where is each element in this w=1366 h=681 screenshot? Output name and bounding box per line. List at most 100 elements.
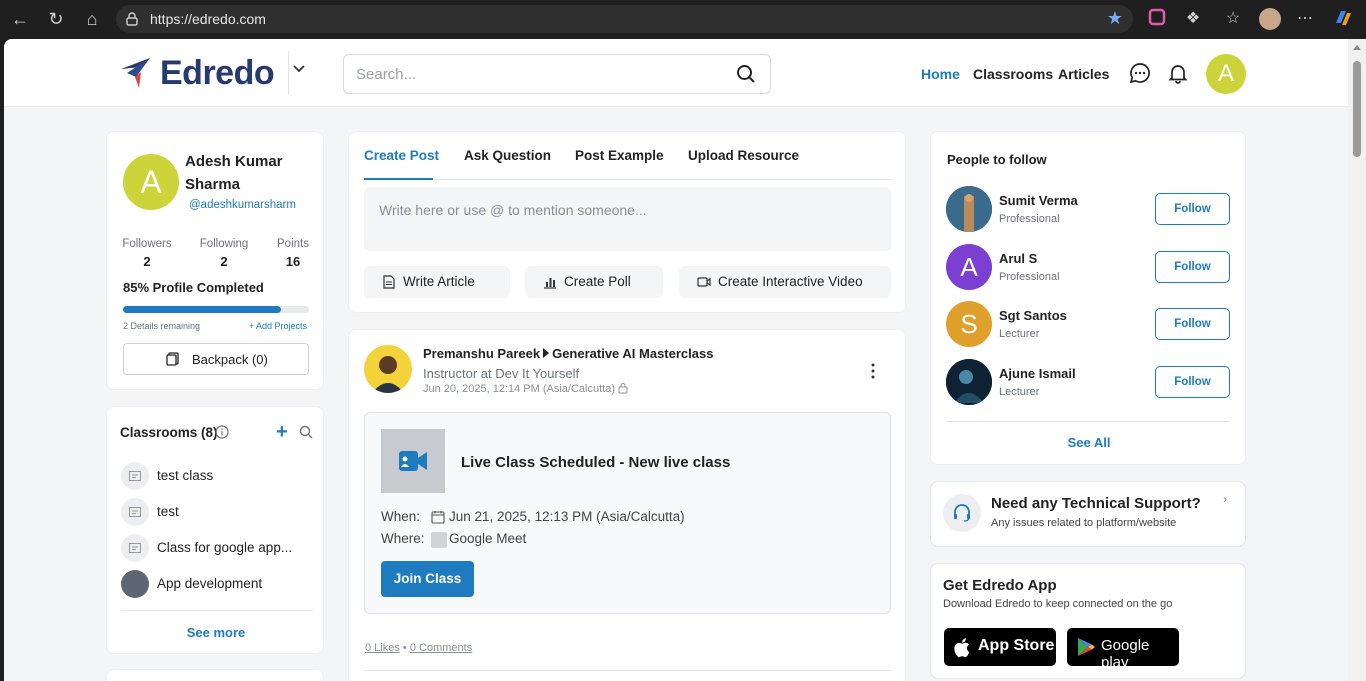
details-remaining: 2 Details remaining bbox=[123, 321, 201, 331]
classroom-item[interactable]: test bbox=[121, 498, 317, 526]
person-role: Professional bbox=[999, 271, 1060, 283]
follow-button[interactable]: Follow bbox=[1155, 366, 1230, 398]
follow-button[interactable]: Follow bbox=[1155, 193, 1230, 225]
person-role: Lecturer bbox=[999, 328, 1040, 340]
profile-progress-bar bbox=[123, 306, 309, 313]
search-icon[interactable] bbox=[736, 64, 756, 84]
extension-icon[interactable] bbox=[1146, 8, 1168, 30]
reload-icon[interactable]: ↻ bbox=[44, 8, 68, 30]
person-avatar[interactable]: A bbox=[946, 244, 992, 290]
get-app-title: Get Edredo App bbox=[943, 577, 1057, 594]
post-input[interactable]: Write here or use @ to mention someone..… bbox=[364, 187, 891, 251]
live-class-card: Live Class Scheduled - New live class Wh… bbox=[364, 412, 891, 614]
classrooms-title[interactable]: Classrooms (8) bbox=[120, 425, 218, 440]
chevron-down-icon[interactable] bbox=[290, 61, 308, 83]
classroom-item[interactable]: App development bbox=[121, 570, 317, 598]
more-options-icon[interactable] bbox=[865, 362, 881, 380]
app-store-button[interactable]: App Store bbox=[944, 628, 1056, 666]
write-article-button[interactable]: Write Article bbox=[364, 266, 510, 298]
favorites-icon[interactable]: ☆ bbox=[1222, 8, 1244, 30]
user-avatar[interactable]: A bbox=[1206, 54, 1246, 94]
person-row: A Arul S Professional Follow bbox=[946, 244, 1232, 292]
tab-upload-resource[interactable]: Upload Resource bbox=[688, 148, 799, 163]
bell-icon[interactable] bbox=[1166, 61, 1190, 85]
follow-button[interactable]: Follow bbox=[1155, 308, 1230, 340]
favorite-star-icon[interactable]: ★ bbox=[1107, 8, 1123, 29]
url-text[interactable]: https://edredo.com bbox=[150, 11, 266, 27]
active-tab-indicator bbox=[364, 178, 433, 180]
google-play-button[interactable]: Google play bbox=[1067, 628, 1179, 671]
tab-ask-question[interactable]: Ask Question bbox=[464, 148, 551, 163]
join-class-button[interactable]: Join Class bbox=[381, 561, 474, 597]
nav-articles[interactable]: Articles bbox=[1058, 66, 1109, 82]
scroll-thumb[interactable] bbox=[1353, 61, 1361, 157]
search-box[interactable]: Search... bbox=[343, 54, 771, 94]
chevron-right-icon: › bbox=[1223, 492, 1227, 506]
profile-progress-fill bbox=[123, 306, 282, 313]
stat-followers-value[interactable]: 2 bbox=[122, 254, 172, 269]
person-name[interactable]: Sgt Santos bbox=[999, 308, 1067, 323]
person-avatar[interactable]: S bbox=[946, 301, 992, 347]
technical-support-card[interactable]: Need any Technical Support? Any issues r… bbox=[930, 481, 1246, 547]
classroom-name: test class bbox=[157, 468, 214, 483]
classroom-icon bbox=[121, 498, 149, 526]
copilot-icon[interactable] bbox=[1332, 8, 1354, 30]
page-scrollbar[interactable] bbox=[1348, 39, 1366, 681]
arrow-right-icon bbox=[543, 348, 550, 358]
follow-button[interactable]: Follow bbox=[1155, 251, 1230, 283]
backpack-icon bbox=[166, 352, 179, 366]
address-bar[interactable]: https://edredo.com ★ bbox=[116, 5, 1133, 33]
profile-handle[interactable]: @adeshkumarsharm bbox=[189, 199, 296, 211]
add-classroom-icon[interactable]: + bbox=[276, 421, 288, 444]
author-avatar[interactable] bbox=[364, 345, 412, 393]
search-classroom-icon[interactable] bbox=[299, 425, 313, 439]
classroom-item[interactable]: Class for google app... bbox=[121, 534, 317, 562]
tab-create-post[interactable]: Create Post bbox=[364, 148, 439, 163]
create-poll-button[interactable]: Create Poll bbox=[525, 266, 663, 298]
page: Edredo Search... Home Classrooms Article… bbox=[4, 39, 1366, 681]
site-info-icon[interactable] bbox=[124, 11, 140, 27]
extensions-puzzle-icon[interactable]: ❖ bbox=[1182, 8, 1204, 30]
stat-points-value[interactable]: 16 bbox=[273, 254, 313, 269]
person-name[interactable]: Arul S bbox=[999, 251, 1037, 266]
back-icon[interactable]: ← bbox=[8, 8, 32, 30]
video-camera-icon bbox=[399, 451, 427, 471]
where-value: Google Meet bbox=[449, 531, 527, 546]
person-name[interactable]: Sumit Verma bbox=[999, 193, 1078, 208]
home-icon[interactable]: ⌂ bbox=[80, 8, 104, 30]
stat-following-value[interactable]: 2 bbox=[196, 254, 252, 269]
scroll-up-icon[interactable] bbox=[1353, 45, 1361, 50]
person-avatar[interactable] bbox=[946, 186, 992, 232]
person-avatar[interactable] bbox=[946, 359, 992, 405]
classroom-item[interactable]: test class bbox=[121, 462, 317, 490]
tab-post-example[interactable]: Post Example bbox=[575, 148, 664, 163]
see-more-link[interactable]: See more bbox=[107, 625, 325, 640]
backpack-button[interactable]: Backpack (0) bbox=[123, 343, 309, 375]
person-name[interactable]: Ajune Ismail bbox=[999, 366, 1076, 381]
classroom-name: Class for google app... bbox=[157, 540, 293, 555]
comments-link[interactable]: 0 Comments bbox=[410, 642, 472, 654]
more-menu-icon[interactable]: ⋯ bbox=[1294, 8, 1316, 30]
create-interactive-video-button[interactable]: Create Interactive Video bbox=[679, 266, 891, 298]
chat-icon[interactable] bbox=[1128, 61, 1152, 85]
site-header: Edredo Search... Home Classrooms Article… bbox=[4, 39, 1348, 107]
profile-avatar[interactable]: A bbox=[123, 154, 179, 210]
nav-home[interactable]: Home bbox=[921, 66, 960, 82]
where-label: Where: bbox=[381, 531, 425, 546]
classrooms-divider bbox=[121, 610, 313, 611]
live-class-title: Live Class Scheduled - New live class bbox=[461, 454, 731, 471]
info-icon[interactable] bbox=[215, 425, 229, 439]
feed-post: Premanshu Pareek Generative AI Masterclas… bbox=[348, 329, 906, 681]
search-input[interactable]: Search... bbox=[356, 66, 416, 83]
post-group-name[interactable]: Generative AI Masterclass bbox=[552, 346, 713, 361]
backpack-label: Backpack (0) bbox=[192, 352, 268, 367]
see-all-link[interactable]: See All bbox=[931, 435, 1247, 450]
likes-link[interactable]: 0 Likes bbox=[365, 642, 400, 654]
create-interactive-video-label: Create Interactive Video bbox=[718, 274, 863, 289]
post-author-name[interactable]: Premanshu Pareek bbox=[423, 346, 540, 361]
logo-mark-icon bbox=[121, 58, 150, 88]
profile-name[interactable]: Adesh Kumar Sharma bbox=[185, 150, 315, 196]
profile-avatar-icon[interactable] bbox=[1259, 8, 1281, 30]
add-projects-link[interactable]: + Add Projects bbox=[249, 321, 307, 331]
nav-classrooms[interactable]: Classrooms bbox=[973, 66, 1053, 82]
